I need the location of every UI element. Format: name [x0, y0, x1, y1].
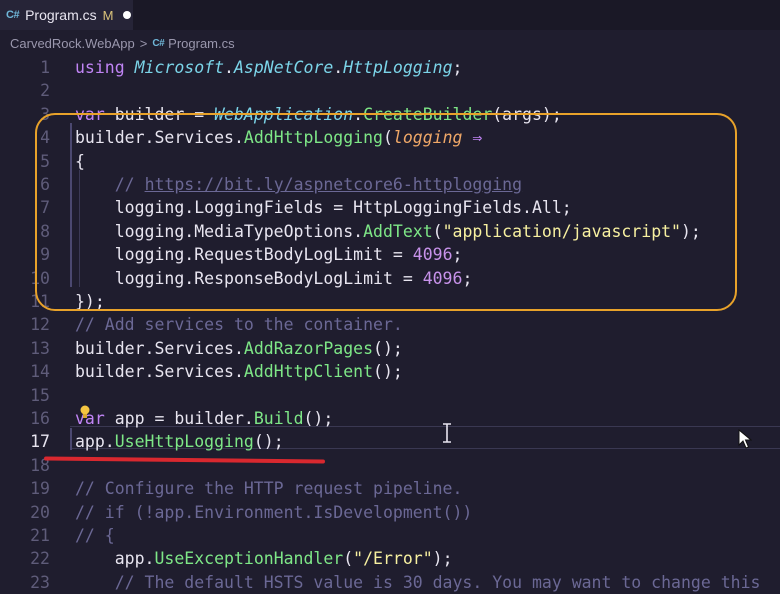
- code-token: ();: [373, 362, 403, 382]
- code-line[interactable]: 19 // Configure the HTTP request pipeline…: [0, 477, 780, 500]
- code-text: using Microsoft.AspNetCore.HttpLogging;: [75, 56, 462, 79]
- breadcrumb: CarvedRock.WebApp > C# Program.cs: [10, 35, 235, 51]
- code-text: builder.Services.AddRazorPages();: [75, 337, 403, 360]
- code-line[interactable]: 21 // {: [0, 524, 780, 547]
- code-token: Microsoft: [134, 58, 225, 77]
- breadcrumb-project[interactable]: CarvedRock.WebApp: [10, 36, 135, 51]
- line-number: 22: [30, 549, 50, 569]
- code-line[interactable]: 12 // Add services to the container.: [0, 313, 780, 336]
- code-token: "/Error": [353, 549, 433, 569]
- code-token: app.: [75, 432, 115, 452]
- code-token: .: [224, 58, 234, 77]
- tab-program-cs[interactable]: C# Program.cs M: [0, 0, 133, 30]
- line-number: 16: [30, 409, 50, 428]
- code-line[interactable]: 20 // if (!app.Environment.IsDevelopment(…: [0, 501, 780, 524]
- code-token: builder.Services.: [75, 338, 244, 358]
- line-number: 13: [30, 338, 50, 358]
- line-number: 23: [30, 572, 50, 592]
- code-token: .: [333, 58, 344, 77]
- code-line[interactable]: 13 builder.Services.AddRazorPages();: [0, 337, 780, 360]
- code-text: app.UseHttpLogging();: [75, 430, 284, 453]
- text-cursor-icon: [443, 423, 451, 443]
- code-line[interactable]: 15: [0, 384, 780, 407]
- line-number: 20: [30, 502, 50, 522]
- lightbulb-icon[interactable]: [79, 405, 91, 419]
- code-line[interactable]: 22 app.UseExceptionHandler("/Error");: [0, 547, 780, 570]
- code-token: AspNetCore: [233, 58, 334, 77]
- code-token: ();: [303, 409, 334, 428]
- code-text: builder.Services.AddHttpClient();: [75, 360, 403, 383]
- code-token: UseHttpLogging: [114, 432, 254, 452]
- tab-bar: C# Program.cs M: [0, 0, 780, 30]
- code-token: using: [75, 58, 135, 77]
- tab-label: Program.cs: [25, 7, 97, 23]
- code-text: // Configure the HTTP request pipeline.: [75, 477, 462, 500]
- code-token: // Add services to the container.: [75, 315, 403, 335]
- code-token: AddRazorPages: [243, 338, 374, 358]
- code-token: // Configure the HTTP request pipeline.: [75, 479, 463, 499]
- code-token: AddHttpClient: [243, 362, 374, 382]
- code-token: // The default HSTS value is 30 days. Yo…: [75, 572, 761, 592]
- code-text: app.UseExceptionHandler("/Error");: [75, 547, 453, 570]
- code-token: app.: [75, 549, 155, 569]
- line-number: 2: [40, 81, 50, 101]
- breadcrumb-separator-icon: >: [139, 35, 148, 51]
- code-line[interactable]: 23 // The default HSTS value is 30 days.…: [0, 571, 780, 594]
- modified-indicator: M: [102, 7, 114, 23]
- code-line[interactable]: 1 using Microsoft.AspNetCore.HttpLogging;: [0, 56, 780, 79]
- code-token: Build: [253, 409, 304, 428]
- line-number: 21: [30, 526, 50, 545]
- annotation-highlight-box: [35, 113, 737, 311]
- code-token: ;: [452, 58, 463, 77]
- line-number: 12: [30, 315, 50, 335]
- code-line[interactable]: 16 var app = builder.Build();: [0, 407, 780, 430]
- code-text: // Add services to the container.: [75, 313, 403, 336]
- code-token: // {: [75, 526, 115, 545]
- code-text: // {: [75, 524, 115, 547]
- line-number: 18: [30, 455, 50, 475]
- csharp-file-icon: C#: [6, 9, 20, 21]
- code-text: var app = builder.Build();: [75, 407, 333, 430]
- code-token: ();: [253, 432, 284, 452]
- code-text: // if (!app.Environment.IsDevelopment()): [75, 501, 472, 524]
- line-number: 1: [40, 58, 50, 77]
- code-line[interactable]: 14 builder.Services.AddHttpClient();: [0, 360, 780, 383]
- breadcrumb-file[interactable]: Program.cs: [168, 36, 234, 51]
- code-token: builder.Services.: [75, 362, 244, 382]
- mouse-pointer-icon: [738, 429, 752, 449]
- code-line[interactable]: 17 app.UseHttpLogging();: [0, 430, 780, 453]
- code-token: // if (!app.Environment.IsDevelopment()): [75, 502, 473, 522]
- unsaved-dot-icon[interactable]: [123, 11, 132, 19]
- line-number: 15: [30, 385, 50, 405]
- code-token: UseExceptionHandler: [154, 549, 344, 569]
- code-token: (: [343, 549, 354, 569]
- code-token: ();: [373, 338, 403, 358]
- csharp-file-icon: C#: [152, 37, 165, 49]
- line-number: 19: [30, 479, 50, 499]
- code-text: // The default HSTS value is 30 days. Yo…: [75, 571, 761, 594]
- code-token: HttpLogging: [343, 58, 453, 77]
- code-line[interactable]: 2: [0, 79, 780, 102]
- code-token: app = builder.: [114, 409, 254, 428]
- line-number: 14: [30, 362, 50, 382]
- line-number: 17: [30, 432, 50, 452]
- code-token: );: [432, 549, 453, 569]
